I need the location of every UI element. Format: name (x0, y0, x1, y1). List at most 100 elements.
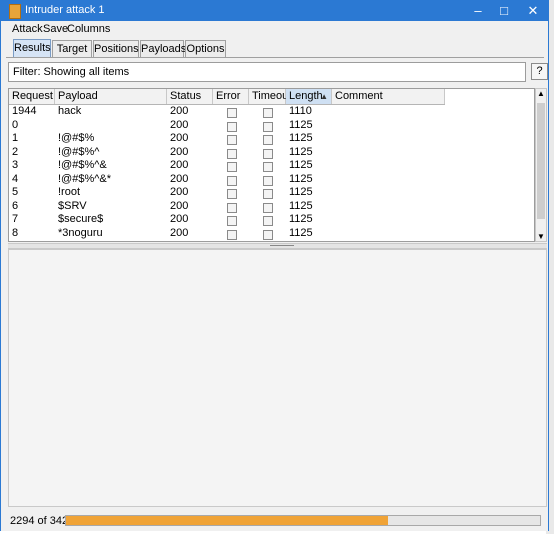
column-header-length-label: Length (289, 90, 323, 102)
column-header-timeout[interactable]: Timeout (249, 89, 291, 104)
timeout-checkbox (263, 229, 273, 240)
cell-request: 1 (12, 132, 19, 144)
cell-payload: !@#$%^ (58, 145, 100, 158)
table-row[interactable]: 3 !@#$%^& 200 1125 (9, 159, 445, 173)
cell-payload (55, 119, 58, 133)
tab-options[interactable]: Options (185, 40, 226, 57)
column-header-error[interactable]: Error (213, 89, 249, 104)
cell-status: 200 (170, 105, 189, 117)
timeout-checkbox (263, 148, 273, 159)
cell-length: 1125 (289, 118, 313, 131)
error-checkbox (227, 162, 237, 172)
column-header-comment[interactable]: Comment (332, 89, 445, 104)
timeout-checkbox (263, 216, 273, 226)
cell-status: 200 (170, 145, 189, 158)
timeout-checkbox (263, 175, 273, 186)
table-row[interactable]: 6 $SRV 200 1125 (9, 200, 445, 214)
request-response-pane (8, 249, 547, 507)
menu-bar: Attack Save Columns (1, 21, 548, 39)
table-scrollbar[interactable]: ▲ ▼ (535, 88, 547, 242)
timeout-checkbox (263, 162, 273, 172)
table-row[interactable]: 2 !@#$%^ 200 1125 (9, 146, 445, 160)
title-bar: Intruder attack 1 – □ ✕ (1, 1, 548, 21)
cell-status: 200 (170, 132, 189, 144)
column-header-length[interactable]: Length ▲ (286, 89, 332, 104)
attack-progress-bar (65, 515, 541, 526)
cell-status: 200 (170, 118, 189, 131)
maximize-icon[interactable]: □ (488, 1, 520, 21)
filter-bar[interactable]: Filter: Showing all items (8, 62, 526, 82)
timeout-checkbox (263, 189, 273, 199)
cell-length: 1125 (289, 199, 313, 212)
cell-payload: !@#$% (58, 132, 95, 144)
table-row[interactable]: 5 !root 200 1125 (9, 186, 445, 200)
menu-save[interactable]: Save (43, 23, 68, 35)
error-checkbox (227, 135, 237, 145)
column-header-payload[interactable]: Payload (55, 89, 167, 104)
timeout-checkbox (263, 202, 273, 213)
error-checkbox (227, 108, 237, 118)
table-row[interactable]: 8 *3noguru 200 1125 (9, 227, 445, 241)
cell-length: 1125 (289, 186, 313, 198)
help-button[interactable]: ? (531, 63, 548, 80)
progress-fill (66, 516, 389, 525)
table-empty-area (445, 89, 534, 241)
cell-status: 200 (170, 172, 189, 185)
scroll-thumb[interactable] (537, 103, 545, 219)
error-checkbox (227, 189, 237, 199)
burp-app-icon (9, 4, 21, 19)
cell-request: 7 (12, 213, 19, 225)
table-row[interactable]: 1944 hack 200 1110 (9, 105, 445, 119)
cell-payload: !root (58, 186, 81, 198)
table-row[interactable]: 7 $secure$ 200 1125 (9, 213, 445, 227)
error-checkbox (227, 229, 237, 240)
cell-request: 4 (12, 172, 19, 185)
splitter-grip[interactable] (270, 245, 294, 246)
cell-status: 200 (170, 159, 189, 171)
cell-length: 1125 (289, 226, 313, 239)
cell-request: 2 (12, 145, 19, 158)
tab-underline (6, 57, 544, 58)
cell-request: 1944 (12, 105, 37, 117)
table-row[interactable]: 0 200 1125 (9, 119, 445, 133)
table-row[interactable]: 1 !@#$% 200 1125 (9, 132, 445, 146)
cell-status: 200 (170, 199, 189, 212)
menu-columns[interactable]: Columns (67, 23, 110, 35)
window-title: Intruder attack 1 (25, 4, 105, 16)
timeout-checkbox (263, 121, 273, 132)
timeout-checkbox (263, 108, 273, 118)
filter-text: Filter: Showing all items (13, 66, 130, 78)
cell-request: 5 (12, 186, 19, 198)
tab-positions[interactable]: Positions (93, 40, 139, 57)
cell-request: 6 (12, 199, 19, 212)
cell-payload: !@#$%^& (58, 159, 107, 171)
cell-payload: hack (58, 105, 82, 117)
error-checkbox (227, 175, 237, 186)
error-checkbox (227, 148, 237, 159)
tab-results[interactable]: Results (13, 39, 51, 58)
cell-request: 3 (12, 159, 19, 171)
cell-payload: *3noguru (58, 226, 103, 239)
cell-length: 1125 (289, 159, 313, 171)
scroll-down-icon[interactable]: ▼ (537, 232, 545, 241)
cell-length: 1125 (289, 213, 313, 225)
table-row[interactable]: 4 !@#$%^&* 200 1125 (9, 173, 445, 187)
error-checkbox (227, 121, 237, 132)
cell-request: 0 (12, 118, 19, 131)
timeout-checkbox (263, 135, 273, 145)
scroll-up-icon[interactable]: ▲ (537, 89, 545, 98)
cell-payload: !@#$%^&* (58, 172, 112, 185)
column-header-status[interactable]: Status (167, 89, 213, 104)
error-checkbox (227, 202, 237, 213)
menu-attack[interactable]: Attack (12, 23, 43, 35)
cell-length: 1125 (289, 172, 313, 185)
tab-target[interactable]: Target (52, 40, 92, 57)
error-checkbox (227, 216, 237, 226)
column-header-request[interactable]: Request (9, 89, 55, 104)
cell-request: 8 (12, 226, 19, 239)
cell-payload: $SRV (58, 199, 87, 212)
close-icon[interactable]: ✕ (517, 1, 549, 21)
cell-length: 1125 (289, 145, 313, 158)
tab-payloads[interactable]: Payloads (140, 40, 186, 57)
cell-payload: $secure$ (58, 213, 104, 225)
